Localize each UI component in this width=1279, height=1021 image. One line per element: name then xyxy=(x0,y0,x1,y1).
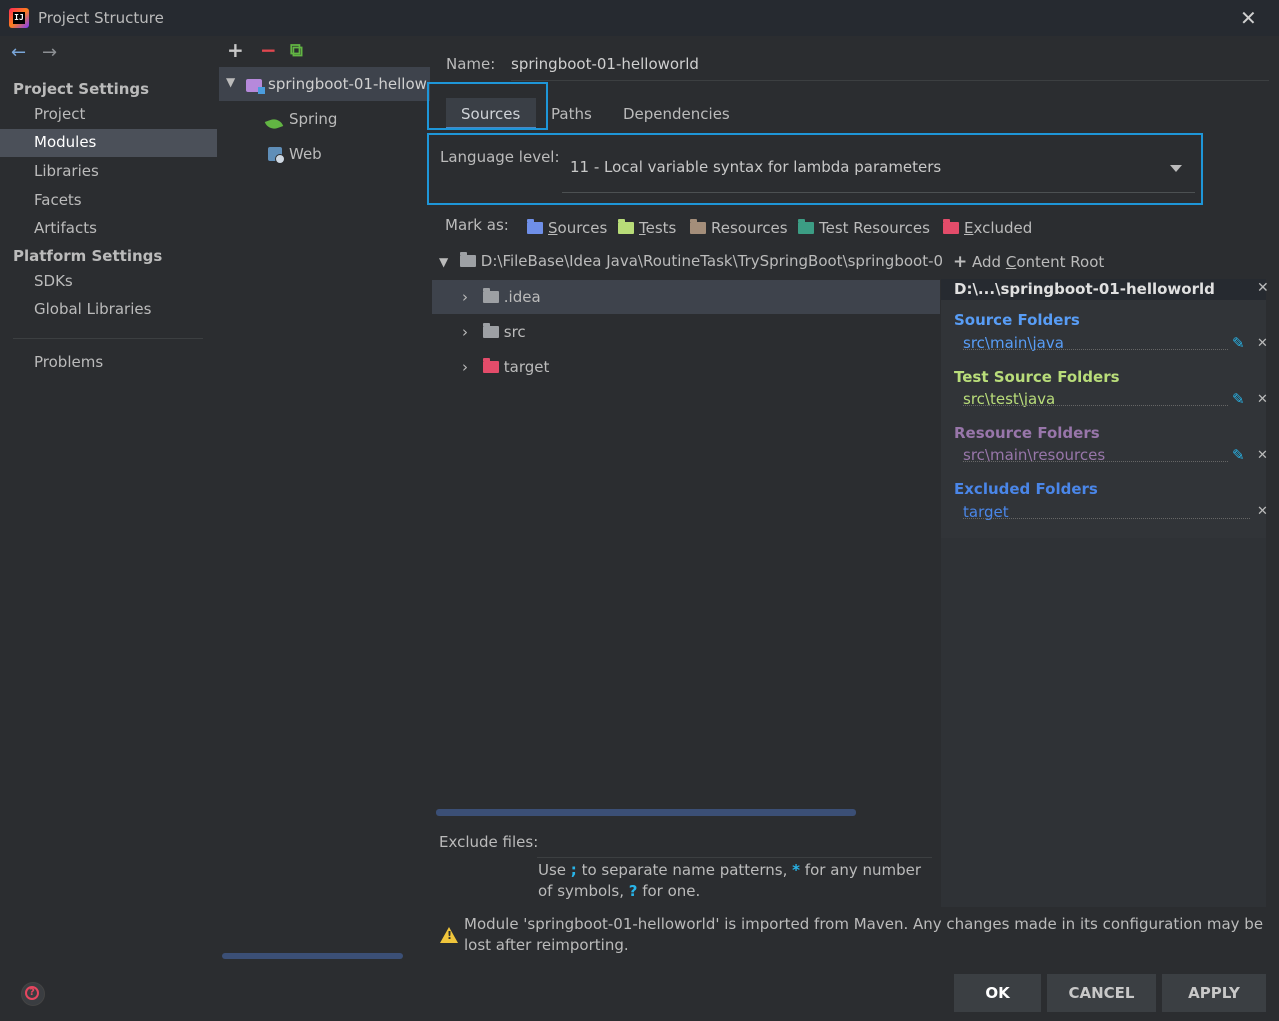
content-tree-item-src[interactable]: › src xyxy=(462,323,526,341)
sidebar-item-modules[interactable]: Modules xyxy=(0,129,217,157)
content-root-panel-empty xyxy=(941,538,1266,907)
help-icon: ? xyxy=(25,986,39,1000)
sources-folder-icon xyxy=(527,219,543,234)
module-tree-item-web[interactable]: Web xyxy=(289,145,322,163)
content-tree-scrollbar[interactable] xyxy=(436,809,856,816)
module-list-pane xyxy=(217,36,430,1021)
remove-content-root-icon[interactable]: ✕ xyxy=(1257,280,1269,296)
sidebar-item-sdks[interactable]: SDKs xyxy=(0,268,217,296)
excluded-folders-header: Excluded Folders xyxy=(954,480,1098,498)
name-field-underline xyxy=(511,80,1269,81)
resource-folder-dots xyxy=(963,460,1228,462)
test-resources-folder-icon xyxy=(798,219,814,234)
remove-folder-icon[interactable]: ✕ xyxy=(1257,336,1268,351)
back-arrow-icon[interactable]: ← xyxy=(11,42,26,63)
sidebar-item-project[interactable]: Project xyxy=(0,101,217,129)
mark-as-label: Mark as: xyxy=(445,216,509,234)
sidebar-item-facets[interactable]: Facets xyxy=(0,187,217,215)
module-tree-root-label: springboot-01-hellow xyxy=(268,75,427,93)
folder-icon xyxy=(482,288,499,303)
close-window-button[interactable]: ✕ xyxy=(1240,6,1257,30)
remove-folder-icon[interactable]: ✕ xyxy=(1257,392,1268,407)
maven-warning-text: Module 'springboot-01-helloworld' is imp… xyxy=(464,915,1264,954)
sidebar-item-artifacts[interactable]: Artifacts xyxy=(0,215,217,243)
sidebar-item-libraries[interactable]: Libraries xyxy=(0,158,217,186)
name-label: Name: xyxy=(446,55,496,73)
edit-pencil-icon[interactable]: ✎ xyxy=(1232,334,1245,352)
test-source-folders-header: Test Source Folders xyxy=(954,368,1120,386)
excluded-folder-icon xyxy=(943,219,959,234)
chevron-right-icon[interactable]: › xyxy=(462,358,478,376)
chevron-right-icon[interactable]: › xyxy=(462,323,478,341)
add-content-root-button[interactable]: + Add Content Root xyxy=(953,252,1104,272)
window-title: Project Structure xyxy=(38,9,164,27)
module-name-field[interactable]: springboot-01-helloworld xyxy=(511,55,699,73)
copy-module-icon[interactable]: ⧉ xyxy=(290,40,303,61)
module-folder-icon xyxy=(246,79,265,94)
spring-leaf-icon xyxy=(264,116,284,132)
tab-dependencies[interactable]: Dependencies xyxy=(608,98,748,130)
mark-test-resources-button[interactable]: Test Resources xyxy=(798,219,930,237)
mark-sources-button[interactable]: Sources xyxy=(527,219,607,237)
sidebar-item-problems[interactable]: Problems xyxy=(0,349,217,377)
content-tree-item-target[interactable]: › target xyxy=(462,358,549,376)
forward-arrow-icon[interactable]: → xyxy=(42,42,57,63)
ok-button[interactable]: OK xyxy=(954,974,1041,1012)
remove-folder-icon[interactable]: ✕ xyxy=(1257,448,1268,463)
excluded-folder-dots xyxy=(963,517,1250,519)
chevron-right-icon[interactable]: › xyxy=(462,288,478,306)
exclude-files-input[interactable] xyxy=(537,857,932,858)
folder-icon xyxy=(482,323,499,338)
remove-folder-icon[interactable]: ✕ xyxy=(1257,504,1268,519)
content-tree-root[interactable]: ▼ D:\FileBase\Idea Java\RoutineTask\TryS… xyxy=(439,252,943,270)
sidebar-divider xyxy=(13,338,203,339)
remove-module-icon[interactable]: − xyxy=(260,38,277,62)
project-settings-header: Project Settings xyxy=(13,80,150,98)
resource-folders-header: Resource Folders xyxy=(954,424,1100,442)
source-folders-header: Source Folders xyxy=(954,311,1080,329)
mark-excluded-button[interactable]: Excluded xyxy=(943,219,1032,237)
edit-pencil-icon[interactable]: ✎ xyxy=(1232,390,1245,408)
chevron-down-icon[interactable]: ▼ xyxy=(226,75,235,89)
content-tree-item-idea[interactable]: › .idea xyxy=(462,288,541,306)
test-folder-dots xyxy=(963,404,1228,406)
intellij-logo-icon: IJ xyxy=(9,8,29,28)
add-module-icon[interactable]: + xyxy=(227,38,244,62)
mark-resources-button[interactable]: Resources xyxy=(690,219,788,237)
module-tree-item-spring[interactable]: Spring xyxy=(289,110,337,128)
title-bar xyxy=(0,0,1279,36)
edit-pencil-icon[interactable]: ✎ xyxy=(1232,446,1245,464)
sidebar-item-global-libraries[interactable]: Global Libraries xyxy=(0,296,217,324)
source-folder-dots xyxy=(963,348,1228,350)
module-list-scrollbar[interactable] xyxy=(222,953,403,959)
content-root-title: D:\...\springboot-01-helloworld xyxy=(954,280,1215,298)
exclude-files-hint: Use ; to separate name patterns, * for a… xyxy=(538,861,922,900)
exclude-files-label: Exclude files: xyxy=(439,833,539,851)
cancel-button[interactable]: CANCEL xyxy=(1047,974,1156,1012)
apply-button[interactable]: APPLY xyxy=(1162,974,1266,1012)
folder-icon xyxy=(459,252,476,267)
excluded-folder-icon xyxy=(482,358,499,373)
help-button[interactable]: ? xyxy=(21,982,45,1006)
add-icon: + xyxy=(953,252,968,272)
platform-settings-header: Platform Settings xyxy=(13,247,163,265)
sources-tab-highlight-box xyxy=(427,82,548,130)
chevron-down-icon[interactable]: ▼ xyxy=(439,255,455,269)
language-level-highlight-box xyxy=(427,133,1203,205)
resources-folder-icon xyxy=(690,219,706,234)
tests-folder-icon xyxy=(618,219,634,234)
web-facet-icon xyxy=(268,147,285,164)
mark-tests-button[interactable]: Tests xyxy=(618,219,676,237)
